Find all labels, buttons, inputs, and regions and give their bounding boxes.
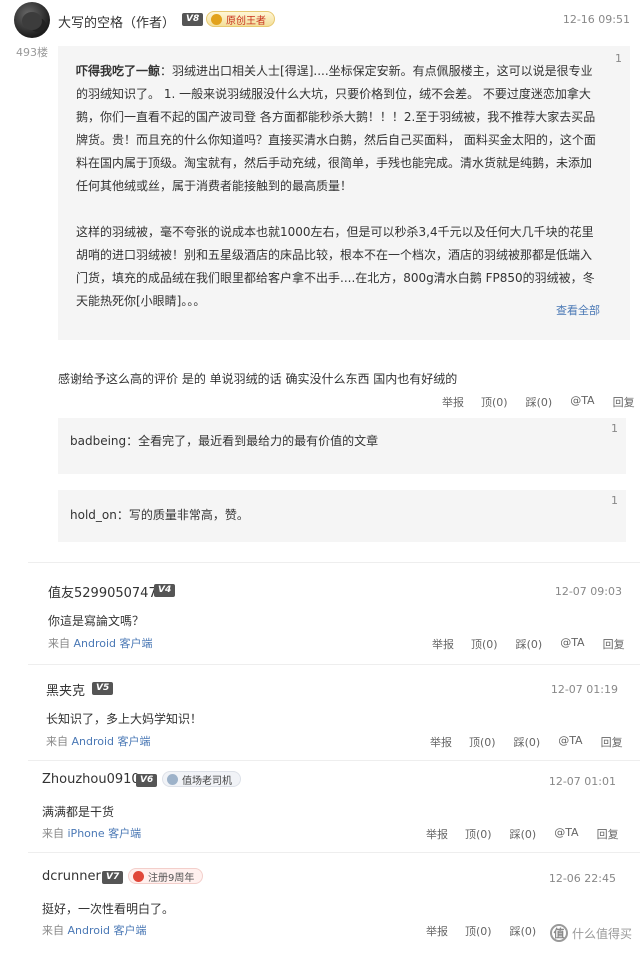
original-king-badge: 原创王者 <box>206 11 275 27</box>
author-username[interactable]: 大写的空格（作者） <box>58 12 175 31</box>
comment-text: 感谢给予这么高的评价 是的 单说羽绒的话 确实没什么东西 国内也有好绒的 <box>58 372 458 386</box>
report-button[interactable]: 举报 <box>426 923 448 939</box>
comment-text: 挺好，一次性看明白了。 <box>42 902 175 916</box>
badge-label: 值场老司机 <box>182 775 232 787</box>
comment-source: 来自 Android 客户端 <box>42 922 147 938</box>
upvote-button[interactable]: 顶(0) <box>481 394 508 410</box>
veteran-driver-badge: 值场老司机 <box>162 771 241 787</box>
level-badge: V8 <box>182 13 204 26</box>
sub-reply-number: 1 <box>611 422 618 435</box>
mention-button[interactable]: @TA <box>554 826 578 842</box>
crown-icon <box>211 13 222 25</box>
upvote-button[interactable]: 顶(0) <box>465 923 492 939</box>
level-badge: V5 <box>92 682 114 695</box>
comment-actions: 举报 顶(0) 踩(0) @TA 回复 <box>432 636 625 652</box>
comment-actions: 举报 顶(0) 踩(0) @TA 回复 <box>426 826 619 842</box>
mention-button[interactable]: @TA <box>560 636 584 652</box>
comment-time: 12-07 01:19 <box>550 683 618 696</box>
downvote-button[interactable]: 踩(0) <box>510 923 537 939</box>
steering-wheel-icon <box>167 773 178 785</box>
divider <box>28 760 640 761</box>
sub-reply-content: ：全看完了，最近看到最给力的最有价值的文章 <box>126 434 379 448</box>
upvote-button[interactable]: 顶(0) <box>469 734 496 750</box>
client-link[interactable]: iPhone 客户端 <box>68 827 142 840</box>
sub-reply-text: badbeing：全看完了，最近看到最给力的最有价值的文章 <box>70 432 378 449</box>
quoted-comment: 1 吓得我吃了一鲸：羽绒进出口相关人士[得逞]....坐标保定安新。有点佩服楼主… <box>58 46 630 340</box>
sub-reply: 1 badbeing：全看完了，最近看到最给力的最有价值的文章 <box>58 418 626 474</box>
quote-para-1: ：羽绒进出口相关人士[得逞]....坐标保定安新。有点佩服楼主，这可以说是很专业… <box>76 64 596 193</box>
reply-button[interactable]: 回复 <box>603 636 625 652</box>
upvote-button[interactable]: 顶(0) <box>471 636 498 652</box>
downvote-button[interactable]: 踩(0) <box>510 826 537 842</box>
downvote-button[interactable]: 踩(0) <box>514 734 541 750</box>
divider <box>28 562 640 563</box>
quote-para-2: 这样的羽绒被，毫不夸张的说成本也就1000左右，但是可以秒杀3,4千元以及任何大… <box>76 225 595 308</box>
client-link[interactable]: Android 客户端 <box>68 924 147 937</box>
sub-reply-content: ：写的质量非常高，赞。 <box>116 508 249 522</box>
cake-icon <box>133 870 144 882</box>
sub-reply: 1 hold_on：写的质量非常高，赞。 <box>58 490 626 542</box>
client-link[interactable]: Android 客户端 <box>74 637 153 650</box>
downvote-button[interactable]: 踩(0) <box>516 636 543 652</box>
comment-time: 12-07 09:03 <box>554 585 622 598</box>
upvote-button[interactable]: 顶(0) <box>465 826 492 842</box>
comment-source: 来自 Android 客户端 <box>48 635 153 651</box>
sub-reply-text: hold_on：写的质量非常高，赞。 <box>70 506 249 523</box>
badge-label: 注册9周年 <box>148 872 195 884</box>
comment-time: 12-07 01:01 <box>548 775 616 788</box>
source-prefix: 来自 <box>42 827 64 840</box>
sub-reply-author[interactable]: badbeing <box>70 434 126 448</box>
sub-reply-number: 1 <box>611 494 618 507</box>
comment-actions: 举报 顶(0) 踩(0) @TA 回复 <box>430 734 623 750</box>
badge-label: 原创王者 <box>226 15 266 27</box>
anniversary-badge: 注册9周年 <box>128 868 204 884</box>
level-badge: V7 <box>102 871 124 884</box>
report-button[interactable]: 举报 <box>426 826 448 842</box>
watermark-text: 什么值得买 <box>571 926 632 941</box>
client-link[interactable]: Android 客户端 <box>72 735 151 748</box>
level-badge: V6 <box>136 774 158 787</box>
source-prefix: 来自 <box>42 924 64 937</box>
quote-author[interactable]: 吓得我吃了一鲸 <box>76 64 160 78</box>
reply-button[interactable]: 回复 <box>597 826 619 842</box>
comment-username[interactable]: Zhouzhou0910 <box>42 772 140 787</box>
comment-actions: 举报 顶(0) 踩(0) <box>426 923 536 939</box>
downvote-button[interactable]: 踩(0) <box>526 394 553 410</box>
quote-number: 1 <box>615 52 622 65</box>
comment-time: 12-06 22:45 <box>548 872 616 885</box>
report-button[interactable]: 举报 <box>430 734 452 750</box>
comment-source: 来自 Android 客户端 <box>46 733 151 749</box>
divider <box>28 852 640 853</box>
comment-text: 满满都是干货 <box>42 805 115 819</box>
comment-username[interactable]: dcrunner <box>42 869 101 884</box>
report-button[interactable]: 举报 <box>442 394 464 410</box>
source-prefix: 来自 <box>48 637 70 650</box>
comment-actions: 举报 顶(0) 踩(0) @TA 回复 <box>442 394 635 410</box>
comment-username[interactable]: 值友5299050747 <box>48 582 157 601</box>
comment-text: 长知识了，多上大妈学知识！ <box>46 712 203 726</box>
source-prefix: 来自 <box>46 735 68 748</box>
site-logo-icon: 值 <box>549 924 568 942</box>
mention-button[interactable]: @TA <box>570 394 594 410</box>
comment-time: 12-16 09:51 <box>562 13 630 26</box>
quote-text: 吓得我吃了一鲸：羽绒进出口相关人士[得逞]....坐标保定安新。有点佩服楼主，这… <box>76 60 602 313</box>
view-all-link[interactable]: 查看全部 <box>556 302 600 318</box>
comment-source: 来自 iPhone 客户端 <box>42 825 141 841</box>
reply-button[interactable]: 回复 <box>601 734 623 750</box>
level-badge: V4 <box>154 584 176 597</box>
sub-reply-author[interactable]: hold_on <box>70 508 117 522</box>
floor-number: 493楼 <box>16 46 48 59</box>
comment-username[interactable]: 黑夹克 <box>46 680 85 699</box>
author-avatar[interactable] <box>14 2 50 38</box>
divider <box>28 664 640 665</box>
reply-button[interactable]: 回复 <box>613 394 635 410</box>
mention-button[interactable]: @TA <box>558 734 582 750</box>
site-watermark: 值 什么值得买 <box>549 924 632 942</box>
comment-text: 你這是寫論文嗎？ <box>48 614 145 628</box>
report-button[interactable]: 举报 <box>432 636 454 652</box>
